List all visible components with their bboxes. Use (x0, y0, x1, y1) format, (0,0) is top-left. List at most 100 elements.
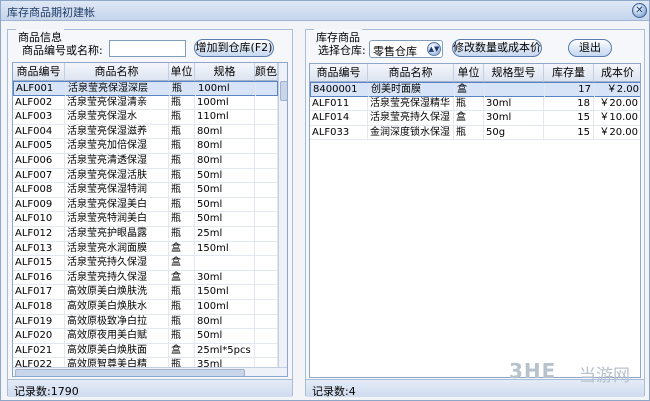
table-cell: ALF017 (13, 285, 65, 299)
table-cell: 瓶 (169, 110, 195, 124)
table-row[interactable]: ALF005活泉莹亮加倍保湿瓶80ml (13, 139, 278, 154)
product-table-vscroll[interactable] (278, 63, 288, 367)
warehouse-value: 零售仓库 (373, 43, 417, 59)
table-cell: 活泉莹亮保湿滋养 (65, 125, 169, 139)
table-cell: 瓶 (169, 285, 195, 299)
table-cell: ALF003 (13, 110, 65, 124)
column-header[interactable]: 商品名称 (368, 64, 454, 82)
table-cell: ALF012 (13, 227, 65, 241)
table-cell: 盒 (454, 111, 484, 125)
table-row[interactable]: ALF021高效原美白焕肤面盒25ml*5pcs (13, 344, 278, 359)
hscroll-thumb[interactable] (15, 369, 245, 377)
table-cell: 瓶 (169, 169, 195, 183)
table-cell: 活泉莹亮加倍保湿 (65, 139, 169, 153)
table-row[interactable]: ALF001活泉莹亮保湿深层瓶100ml (13, 81, 278, 96)
table-row[interactable]: ALF017高效原美白焕肤洗瓶150ml (13, 285, 278, 300)
table-cell: 18 (544, 97, 594, 111)
column-header[interactable]: 商品编号 (13, 63, 65, 81)
table-cell: 瓶 (169, 227, 195, 241)
table-cell (255, 183, 278, 197)
table-row[interactable]: ALF009活泉莹亮保湿美白瓶50ml (13, 198, 278, 213)
table-row[interactable]: ALF003活泉莹亮保湿水瓶110ml (13, 110, 278, 125)
table-cell: ALF001 (14, 82, 66, 96)
column-header[interactable]: 商品名称 (65, 63, 169, 81)
table-cell: 50ml (195, 169, 255, 183)
table-cell: 盒 (455, 83, 485, 97)
exit-button[interactable]: 退出 (568, 39, 612, 57)
close-icon[interactable]: ✕ (632, 3, 647, 18)
table-cell: 活泉莹亮清透保湿 (65, 154, 169, 168)
warehouse-select[interactable]: 零售仓库 ▲▼ (369, 40, 443, 58)
table-row[interactable]: ALF015活泉莹亮持久保湿盒 (13, 256, 278, 271)
table-row[interactable]: ALF033金润深度锁水保湿瓶50g15￥20.00 (310, 126, 641, 141)
stock-panel: 库存商品 选择仓库: 零售仓库 ▲▼ 修改数量或成本价 退出 商品编号商品名称单… (305, 29, 645, 396)
product-table-header: 商品编号商品名称单位规格颜色 (13, 63, 288, 81)
table-cell: 盒 (169, 271, 195, 285)
table-cell: 高效原极致净白拉 (65, 315, 169, 329)
table-cell: 瓶 (170, 82, 196, 96)
table-row[interactable]: 8400001创美时面膜盒17￥2.00 (310, 82, 641, 97)
table-cell (255, 329, 278, 343)
table-cell: 瓶 (169, 183, 195, 197)
table-cell: 100ml (195, 300, 255, 314)
table-cell (255, 256, 278, 270)
table-row[interactable]: ALF020高效原夜用美白赋瓶50ml (13, 329, 278, 344)
table-cell (255, 227, 278, 241)
table-row[interactable]: ALF010活泉莹亮特润美白瓶50ml (13, 212, 278, 227)
table-cell: ￥2.00 (595, 83, 641, 97)
chevron-down-icon[interactable]: ▲▼ (427, 42, 441, 56)
table-cell: 盒 (169, 242, 195, 256)
table-cell (255, 154, 278, 168)
table-cell: ALF014 (310, 111, 368, 125)
column-header[interactable]: 规格型号 (484, 64, 544, 82)
product-record-count: 记录数:1790 (14, 383, 79, 399)
table-cell: ALF004 (13, 125, 65, 139)
table-cell: 瓶 (169, 96, 195, 110)
column-header[interactable]: 成本价 (594, 64, 641, 82)
table-row[interactable]: ALF016活泉莹亮持久保湿盒30ml (13, 271, 278, 286)
table-cell: 8400001 (311, 83, 369, 97)
table-cell: ALF008 (13, 183, 65, 197)
table-cell: 100ml (195, 96, 255, 110)
table-row[interactable]: ALF019高效原极致净白拉瓶80ml (13, 315, 278, 330)
table-cell: 瓶 (169, 139, 195, 153)
column-header[interactable]: 单位 (169, 63, 195, 81)
add-to-warehouse-button[interactable]: 增加到仓库(F2) (194, 39, 274, 57)
product-table-hscroll[interactable] (13, 367, 288, 377)
table-cell: ALF005 (13, 139, 65, 153)
table-row[interactable]: ALF008活泉莹亮保湿特润瓶50ml (13, 183, 278, 198)
table-row[interactable]: ALF014活泉莹亮持久保湿盒30ml15￥10.00 (310, 111, 641, 126)
table-cell: 盒 (169, 256, 195, 270)
table-row[interactable]: ALF018高效原美白焕肤水瓶100ml (13, 300, 278, 315)
column-header[interactable]: 颜色 (255, 63, 278, 81)
table-cell: ALF015 (13, 256, 65, 270)
table-row[interactable]: ALF011活泉莹亮保湿精华瓶30ml18￥20.00 (310, 97, 641, 112)
table-cell: 高效原美白焕肤洗 (65, 285, 169, 299)
column-header[interactable]: 库存量 (544, 64, 594, 82)
vscroll-thumb[interactable] (280, 81, 288, 101)
column-header[interactable]: 规格 (195, 63, 255, 81)
table-row[interactable]: ALF002活泉莹亮保湿清亲瓶100ml (13, 96, 278, 111)
table-cell (485, 83, 545, 97)
table-row[interactable]: ALF012活泉莹亮护眼晶露瓶25ml (13, 227, 278, 242)
table-row[interactable]: ALF006活泉莹亮清透保湿瓶80ml (13, 154, 278, 169)
table-row[interactable]: ALF004活泉莹亮保湿滋养瓶80ml (13, 125, 278, 140)
table-cell: 高效原美白焕肤面 (65, 344, 169, 358)
table-row[interactable]: ALF013活泉莹亮水润面膜盒150ml (13, 242, 278, 257)
table-cell: ALF006 (13, 154, 65, 168)
modify-quantity-button[interactable]: 修改数量或成本价 (452, 39, 542, 57)
table-cell (255, 110, 278, 124)
column-header[interactable]: 单位 (454, 64, 484, 82)
table-cell: 活泉莹亮保湿活肤 (65, 169, 169, 183)
table-cell: 瓶 (169, 198, 195, 212)
column-header[interactable]: 商品编号 (310, 64, 368, 82)
table-cell: 活泉莹亮持久保湿 (368, 111, 454, 125)
table-cell: 瓶 (169, 329, 195, 343)
table-cell: ALF021 (13, 344, 65, 358)
product-table: 商品编号商品名称单位规格颜色 ALF001活泉莹亮保湿深层瓶100mlALF00… (12, 62, 288, 377)
title-bar: 库存商品期初建帐 ✕ (1, 1, 649, 21)
table-cell: 活泉莹亮护眼晶露 (65, 227, 169, 241)
table-row[interactable]: ALF007活泉莹亮保湿活肤瓶50ml (13, 169, 278, 184)
search-input[interactable] (109, 40, 186, 57)
table-cell: ALF013 (13, 242, 65, 256)
